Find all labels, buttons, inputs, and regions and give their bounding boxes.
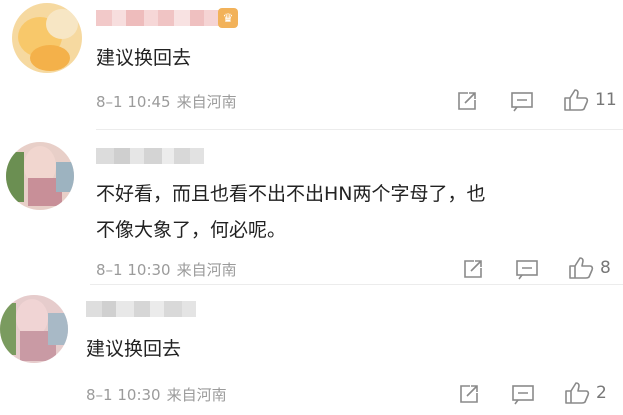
comment-text: 建议换回去 bbox=[86, 338, 182, 360]
thumbs-up-icon bbox=[569, 257, 594, 279]
comment-item: 建议换回去 8–1 10:30 来自河南 2 bbox=[0, 285, 623, 415]
avatar-blur bbox=[56, 162, 74, 192]
comment-date: 8–1 10:30 bbox=[96, 261, 171, 279]
comment-item: 不好看，而且也看不出不出HN两个字母了，也 不像大象了，何必呢。 8–1 10:… bbox=[0, 130, 623, 285]
share-button[interactable] bbox=[456, 90, 478, 112]
avatar[interactable] bbox=[0, 295, 68, 363]
comment-meta: 8–1 10:30 来自河南 bbox=[86, 386, 233, 404]
avatar-blur bbox=[6, 152, 24, 202]
avatar-blur bbox=[0, 303, 16, 355]
avatar-blur bbox=[48, 313, 68, 345]
comment-button[interactable] bbox=[515, 258, 539, 280]
like-count: 2 bbox=[596, 383, 607, 403]
like-count: 11 bbox=[595, 90, 617, 110]
comment-icon bbox=[516, 260, 538, 280]
comment-text-line: 不像大象了，何必呢。 bbox=[96, 219, 287, 241]
thumbs-up-icon bbox=[565, 382, 590, 404]
share-icon bbox=[460, 385, 478, 403]
comment-location: 来自河南 bbox=[176, 93, 237, 111]
comment-text: 建议换回去 bbox=[96, 47, 192, 69]
like-button[interactable]: 11 bbox=[563, 88, 617, 112]
comment-text-line: 不好看，而且也看不出不出HN两个字母了，也 bbox=[96, 183, 486, 205]
comment-icon bbox=[512, 385, 534, 405]
comment-location: 来自河南 bbox=[166, 386, 227, 404]
vip-badge-icon: ♛ bbox=[218, 8, 238, 28]
comment-date: 8–1 10:30 bbox=[86, 386, 161, 404]
share-icon bbox=[458, 92, 476, 110]
avatar-blur bbox=[30, 45, 70, 71]
avatar[interactable] bbox=[12, 3, 82, 73]
like-button[interactable]: 2 bbox=[564, 381, 607, 405]
comment-date: 8–1 10:45 bbox=[96, 93, 171, 111]
comment-icon bbox=[511, 92, 533, 112]
share-icon bbox=[464, 260, 482, 278]
share-button[interactable] bbox=[458, 383, 480, 405]
avatar[interactable] bbox=[6, 142, 74, 210]
username-pixelated[interactable] bbox=[96, 148, 204, 164]
share-button[interactable] bbox=[462, 258, 484, 280]
avatar-blur bbox=[46, 9, 78, 39]
username-pixelated[interactable] bbox=[86, 301, 196, 317]
thumbs-up-icon bbox=[564, 89, 589, 111]
comment-location: 来自河南 bbox=[176, 261, 237, 279]
like-count: 8 bbox=[600, 258, 611, 278]
username-pixelated[interactable] bbox=[96, 10, 222, 26]
comment-item: ♛ 建议换回去 8–1 10:45 来自河南 11 bbox=[0, 0, 623, 130]
comment-meta: 8–1 10:45 来自河南 bbox=[96, 93, 243, 111]
comment-meta: 8–1 10:30 来自河南 bbox=[96, 261, 243, 279]
like-button[interactable]: 8 bbox=[568, 256, 611, 280]
comment-button[interactable] bbox=[510, 90, 534, 112]
comment-button[interactable] bbox=[511, 383, 535, 405]
